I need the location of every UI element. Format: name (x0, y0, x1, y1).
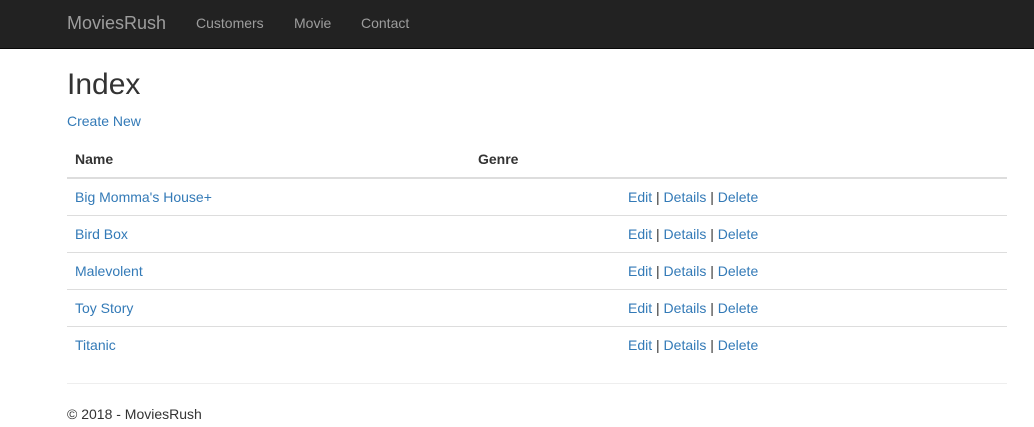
page-title: Index (67, 68, 141, 101)
create-new-link[interactable]: Create New (67, 113, 141, 129)
details-link[interactable]: Details (664, 337, 707, 353)
action-separator: | (710, 188, 714, 205)
delete-link[interactable]: Delete (718, 263, 758, 279)
actions-cell: Edit | Details | Delete (620, 326, 1007, 363)
movie-name-link[interactable]: Big Momma's House+ (75, 189, 212, 205)
edit-link[interactable]: Edit (628, 263, 652, 279)
footer-copyright: © 2018 - MoviesRush (67, 406, 202, 422)
movie-name-link[interactable]: Bird Box (75, 226, 128, 242)
action-separator: | (656, 336, 660, 353)
action-separator: | (710, 336, 714, 353)
table-row: Bird Box Edit | Details | Delete (67, 215, 1007, 253)
details-link[interactable]: Details (664, 189, 707, 205)
navbar: MoviesRush Customers Movie Contact (0, 0, 1034, 49)
movie-name-cell: Malevolent (67, 252, 470, 290)
edit-link[interactable]: Edit (628, 300, 652, 316)
delete-link[interactable]: Delete (718, 189, 758, 205)
details-link[interactable]: Details (664, 226, 707, 242)
column-header-name: Name (67, 140, 470, 179)
action-separator: | (656, 262, 660, 279)
table-header-row: Name Genre (67, 140, 1007, 179)
details-link[interactable]: Details (664, 263, 707, 279)
actions-cell: Edit | Details | Delete (620, 252, 1007, 290)
edit-link[interactable]: Edit (628, 337, 652, 353)
action-separator: | (710, 225, 714, 242)
action-separator: | (710, 262, 714, 279)
table-row: Titanic Edit | Details | Delete (67, 326, 1007, 363)
edit-link[interactable]: Edit (628, 189, 652, 205)
movie-name-cell: Big Momma's House+ (67, 178, 470, 216)
brand-link[interactable]: MoviesRush (67, 13, 166, 33)
movies-table: Name Genre Big Momma's House+ Edit | Deta… (67, 140, 1007, 363)
movie-genre-cell (470, 289, 620, 327)
footer-divider (67, 383, 1007, 384)
delete-link[interactable]: Delete (718, 226, 758, 242)
table-row: Toy Story Edit | Details | Delete (67, 289, 1007, 327)
actions-cell: Edit | Details | Delete (620, 289, 1007, 327)
nav-link-customers[interactable]: Customers (196, 15, 264, 31)
edit-link[interactable]: Edit (628, 226, 652, 242)
delete-link[interactable]: Delete (718, 300, 758, 316)
movie-genre-cell (470, 252, 620, 290)
movie-name-cell: Titanic (67, 326, 470, 363)
column-header-actions (620, 140, 1007, 179)
nav-link-contact[interactable]: Contact (361, 15, 409, 31)
details-link[interactable]: Details (664, 300, 707, 316)
movie-name-cell: Toy Story (67, 289, 470, 327)
action-separator: | (710, 299, 714, 316)
action-separator: | (656, 225, 660, 242)
movie-name-link[interactable]: Malevolent (75, 263, 143, 279)
movie-name-link[interactable]: Titanic (75, 337, 116, 353)
movie-name-link[interactable]: Toy Story (75, 300, 133, 316)
movie-genre-cell (470, 178, 620, 216)
action-separator: | (656, 188, 660, 205)
table-row: Malevolent Edit | Details | Delete (67, 252, 1007, 290)
table-row: Big Momma's House+ Edit | Details | Delet… (67, 178, 1007, 216)
movie-name-cell: Bird Box (67, 215, 470, 253)
actions-cell: Edit | Details | Delete (620, 178, 1007, 216)
movie-genre-cell (470, 326, 620, 363)
nav-link-movie[interactable]: Movie (294, 15, 331, 31)
delete-link[interactable]: Delete (718, 337, 758, 353)
column-header-genre: Genre (470, 140, 620, 179)
movie-genre-cell (470, 215, 620, 253)
action-separator: | (656, 299, 660, 316)
actions-cell: Edit | Details | Delete (620, 215, 1007, 253)
